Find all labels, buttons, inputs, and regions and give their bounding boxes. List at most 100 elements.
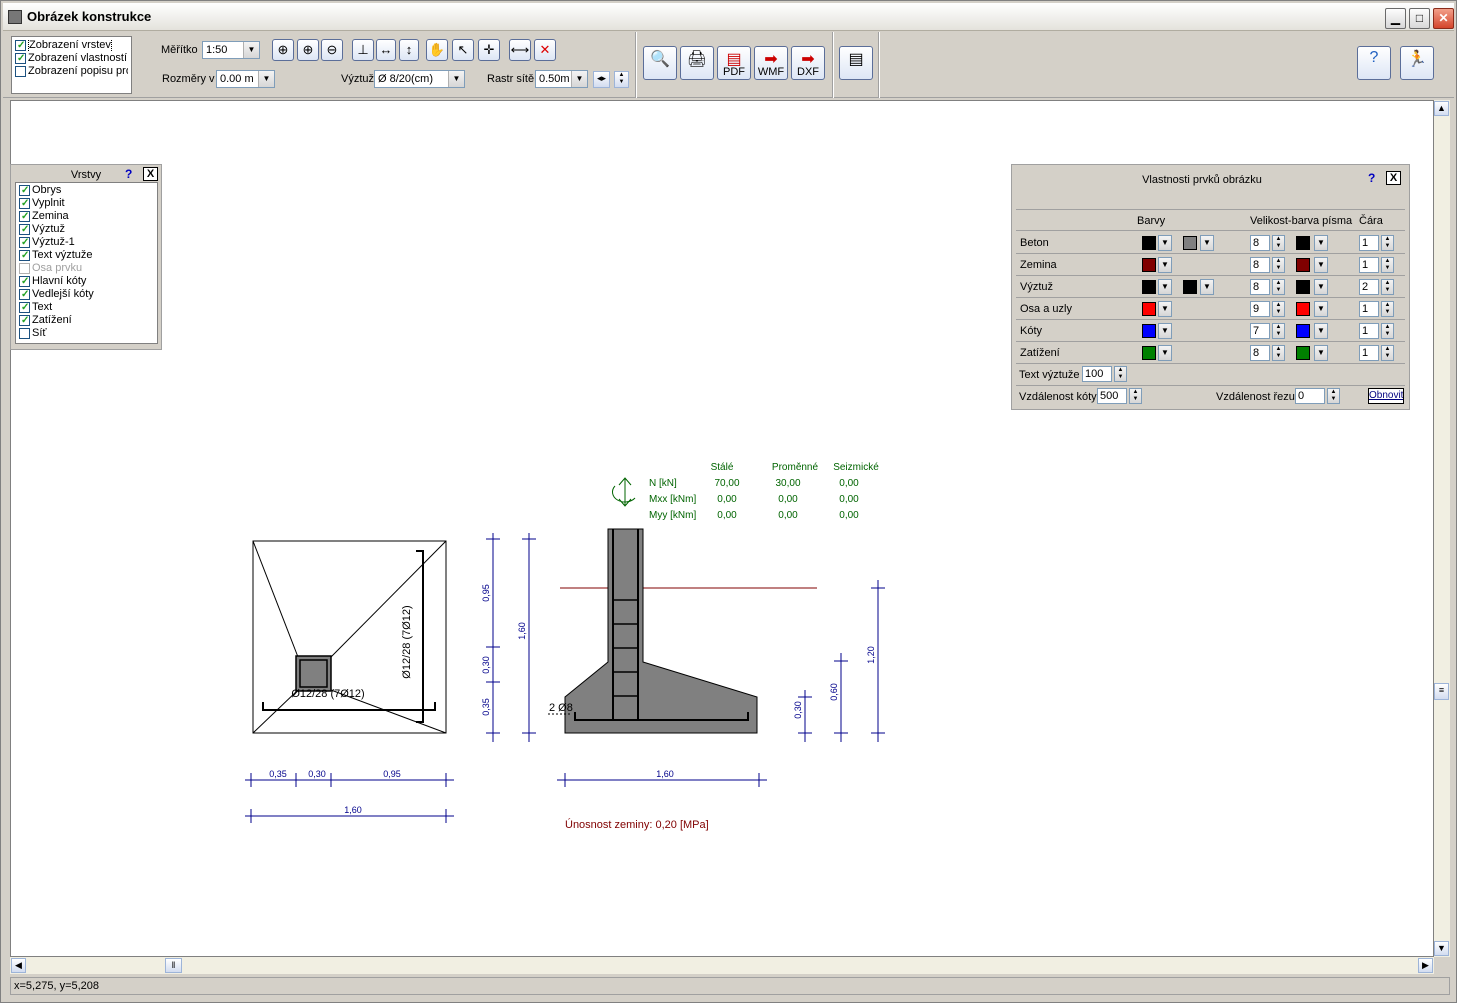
font-color-swatch[interactable] <box>1296 302 1310 316</box>
pan-horizontal-button[interactable]: ↔ <box>376 39 396 61</box>
line-width-spinner[interactable]: ▲ ▼ <box>1381 301 1394 317</box>
checkbox[interactable] <box>15 53 26 64</box>
zoom-out-button[interactable]: ⊖ <box>321 39 343 61</box>
color-swatch[interactable] <box>1142 302 1156 316</box>
vertical-scrollbar[interactable]: ▲ ≡ ▼ <box>1434 100 1450 957</box>
cut-distance-input[interactable]: 0 <box>1295 388 1325 404</box>
color-swatch[interactable] <box>1142 236 1156 250</box>
print-button[interactable]: 🖨 <box>680 46 714 80</box>
layer-checkbox[interactable] <box>19 315 30 326</box>
layer-item[interactable]: Text <box>19 301 154 314</box>
layer-checkbox[interactable] <box>19 198 30 209</box>
layer-item[interactable]: Zatížení <box>19 314 154 327</box>
layer-checkbox[interactable] <box>19 224 30 235</box>
font-color-swatch[interactable] <box>1296 324 1310 338</box>
chevron-down-icon[interactable]: ▼ <box>1158 345 1172 361</box>
line-width-spinner[interactable]: ▲ ▼ <box>1381 279 1394 295</box>
export-wmf-button[interactable]: ➡ WMF <box>754 46 788 80</box>
layer-item[interactable]: Vedlejší kóty <box>19 288 154 301</box>
section-view-button[interactable]: ⊥ <box>352 39 374 61</box>
checkbox[interactable] <box>15 66 26 77</box>
properties-close-button[interactable]: X <box>1386 171 1401 185</box>
rebar-text-input[interactable]: 100 <box>1082 366 1112 382</box>
chevron-down-icon[interactable]: ▼ <box>1314 257 1328 273</box>
chevron-down-icon[interactable]: ▼ <box>1158 235 1172 251</box>
layer-checkbox[interactable] <box>19 250 30 261</box>
properties-help-icon[interactable]: ? <box>1368 171 1375 185</box>
chevron-down-icon[interactable]: ▼ <box>1314 301 1328 317</box>
chevron-down-icon[interactable]: ▼ <box>1314 345 1328 361</box>
chevron-down-icon[interactable]: ▼ <box>243 42 259 58</box>
display-option[interactable]: Zobrazení vrstev <box>15 39 128 52</box>
chevron-down-icon[interactable]: ▼ <box>1158 257 1172 273</box>
hand-tool-button[interactable]: ✋ <box>426 39 448 61</box>
close-button[interactable]: ✕ <box>1433 8 1454 29</box>
minimize-button[interactable]: ▁ <box>1385 8 1406 29</box>
layers-close-button[interactable]: X <box>143 167 158 181</box>
font-size-input[interactable]: 8 <box>1250 257 1270 273</box>
font-size-input[interactable]: 9 <box>1250 301 1270 317</box>
chevron-down-icon[interactable]: ▼ <box>1314 279 1328 295</box>
layer-checkbox[interactable] <box>19 302 30 313</box>
rebar-select[interactable]: Ø 8/20(cm) ▼ <box>374 70 465 88</box>
horizontal-scrollbar[interactable]: ◀ ‖ ▶ <box>10 957 1434 974</box>
color-swatch[interactable] <box>1183 280 1197 294</box>
help-button[interactable]: ? <box>1357 46 1391 80</box>
delete-dimension-button[interactable]: ✕ <box>534 39 556 61</box>
zoom-in-button[interactable]: ⊕ <box>297 39 319 61</box>
font-size-input[interactable]: 8 <box>1250 345 1270 361</box>
layer-item[interactable]: Hlavní kóty <box>19 275 154 288</box>
chevron-down-icon[interactable]: ▼ <box>571 71 587 87</box>
maximize-button[interactable]: □ <box>1409 8 1430 29</box>
font-color-swatch[interactable] <box>1296 280 1310 294</box>
export-dxf-button[interactable]: ➡ DXF <box>791 46 825 80</box>
layer-item[interactable]: Síť <box>19 327 154 340</box>
font-color-swatch[interactable] <box>1296 236 1310 250</box>
layer-checkbox[interactable] <box>19 185 30 196</box>
line-width-input[interactable]: 1 <box>1359 235 1379 251</box>
horizontal-scroll-thumb[interactable]: ‖ <box>165 958 182 973</box>
pan-vertical-button[interactable]: ↕ <box>399 39 419 61</box>
layer-item[interactable]: Výztuž <box>19 223 154 236</box>
display-option[interactable]: Zobrazení vlastností <box>15 52 128 65</box>
dim-distance-spinner[interactable]: ▲ ▼ <box>1129 388 1142 404</box>
cut-distance-spinner[interactable]: ▲ ▼ <box>1327 388 1340 404</box>
font-size-spinner[interactable]: ▲ ▼ <box>1272 257 1285 273</box>
grid-arrows-button[interactable]: ◂▸ <box>593 71 610 88</box>
preview-button[interactable]: 🔍 <box>643 46 677 80</box>
chevron-down-icon[interactable]: ▼ <box>448 71 464 87</box>
layer-checkbox[interactable] <box>19 328 30 339</box>
line-width-input[interactable]: 1 <box>1359 345 1379 361</box>
scale-select[interactable]: 1:50 ▼ <box>202 41 260 59</box>
scroll-right-button[interactable]: ▶ <box>1418 958 1433 973</box>
print-settings-button[interactable]: ▤ <box>839 46 873 80</box>
line-width-spinner[interactable]: ▲ ▼ <box>1381 235 1394 251</box>
chevron-down-icon[interactable]: ▼ <box>1200 279 1214 295</box>
layer-item[interactable]: Vyplnit <box>19 197 154 210</box>
font-size-spinner[interactable]: ▲ ▼ <box>1272 279 1285 295</box>
dim-distance-input[interactable]: 500 <box>1097 388 1127 404</box>
crosshair-tool-button[interactable]: ✛ <box>478 39 500 61</box>
vertical-scroll-thumb[interactable]: ≡ <box>1434 683 1449 700</box>
line-width-spinner[interactable]: ▲ ▼ <box>1381 257 1394 273</box>
layer-item[interactable]: Text výztuže <box>19 249 154 262</box>
font-size-input[interactable]: 8 <box>1250 279 1270 295</box>
display-option[interactable]: Zobrazení popisu pro <box>15 65 128 78</box>
line-width-input[interactable]: 2 <box>1359 279 1379 295</box>
chevron-down-icon[interactable]: ▼ <box>1314 235 1328 251</box>
line-width-input[interactable]: 1 <box>1359 257 1379 273</box>
layer-checkbox[interactable] <box>19 211 30 222</box>
layer-item[interactable]: Obrys <box>19 184 154 197</box>
color-swatch[interactable] <box>1142 258 1156 272</box>
color-swatch[interactable] <box>1142 346 1156 360</box>
font-size-spinner[interactable]: ▲ ▼ <box>1272 235 1285 251</box>
color-swatch[interactable] <box>1142 280 1156 294</box>
layer-checkbox[interactable] <box>19 276 30 287</box>
line-width-spinner[interactable]: ▲ ▼ <box>1381 345 1394 361</box>
scroll-down-button[interactable]: ▼ <box>1434 941 1449 956</box>
font-size-spinner[interactable]: ▲ ▼ <box>1272 301 1285 317</box>
layer-item[interactable]: Výztuž-1 <box>19 236 154 249</box>
font-size-input[interactable]: 7 <box>1250 323 1270 339</box>
dims-select[interactable]: 0.00 m ▼ <box>216 70 275 88</box>
grid-select[interactable]: 0.50m ▼ <box>535 70 588 88</box>
